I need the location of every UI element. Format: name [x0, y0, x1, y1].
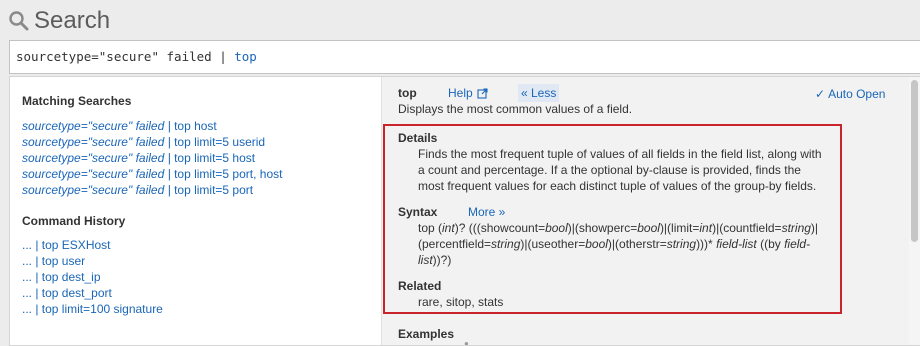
- syntax-line: top (int)? (((showcount=bool)|(showperc=…: [418, 221, 819, 235]
- matching-search-item[interactable]: sourcetype="secure" failed | top limit=5…: [22, 167, 282, 183]
- syntax-line: list))?): [418, 253, 452, 267]
- details-label: Details: [398, 131, 438, 145]
- command-name: top: [398, 86, 417, 100]
- suggestions-column: Matching Searches sourcetype="secure" fa…: [10, 77, 380, 345]
- command-history-heading: Command History: [22, 214, 126, 228]
- auto-open-toggle[interactable]: ✓ Auto Open: [815, 87, 885, 101]
- more-link[interactable]: More »: [468, 205, 505, 219]
- matching-search-item[interactable]: sourcetype="secure" failed | top limit=5…: [22, 183, 282, 199]
- details-text: Finds the most frequent tuple of values …: [418, 147, 822, 193]
- related-text: rare, sitop, stats: [418, 295, 504, 309]
- checkmark-icon: ✓: [815, 87, 826, 101]
- command-help-panel: top Help « Less Displays the most common…: [381, 77, 920, 345]
- syntax-label: Syntax: [398, 205, 438, 219]
- page-header: Search: [8, 6, 110, 36]
- external-link-icon: [477, 87, 488, 99]
- less-button[interactable]: « Less: [518, 84, 560, 102]
- command-history-list: ... | top ESXHost ... | top user ... | t…: [22, 238, 163, 318]
- history-item[interactable]: ... | top dest_ip: [22, 270, 163, 286]
- scrollbar[interactable]: [909, 77, 920, 345]
- help-link[interactable]: Help: [448, 86, 488, 100]
- history-item[interactable]: ... | top user: [22, 254, 163, 270]
- query-command: top: [234, 49, 257, 64]
- history-item[interactable]: ... | top dest_port: [22, 286, 163, 302]
- scrollbar-thumb[interactable]: [911, 80, 918, 242]
- matching-searches-heading: Matching Searches: [22, 94, 132, 108]
- matching-search-item[interactable]: sourcetype="secure" failed | top limit=5…: [22, 151, 282, 167]
- page-title: Search: [34, 7, 111, 34]
- search-query[interactable]: sourcetype="secure" failed | top: [16, 49, 257, 64]
- syntax-line: (percentfield=string)|(useother=bool)|(o…: [418, 237, 811, 251]
- matching-searches-list: sourcetype="secure" failed | top host so…: [22, 119, 282, 199]
- resize-handle[interactable]: ●: [464, 339, 469, 345]
- search-assistant-panel: Matching Searches sourcetype="secure" fa…: [9, 76, 920, 346]
- examples-label: Examples: [398, 327, 455, 341]
- related-label: Related: [398, 279, 442, 293]
- auto-open-label: Auto Open: [828, 87, 886, 101]
- matching-search-item[interactable]: sourcetype="secure" failed | top limit=5…: [22, 135, 282, 151]
- search-icon: [8, 10, 30, 32]
- matching-search-item[interactable]: sourcetype="secure" failed | top host: [22, 119, 282, 135]
- history-item[interactable]: ... | top limit=100 signature: [22, 302, 163, 318]
- command-description: Displays the most common values of a fie…: [398, 102, 633, 116]
- help-label: Help: [448, 86, 473, 100]
- syntax-text: top (int)? (((showcount=bool)|(showperc=…: [418, 220, 830, 268]
- query-prefix: sourcetype="secure" failed |: [16, 49, 235, 64]
- history-item[interactable]: ... | top ESXHost: [22, 238, 163, 254]
- search-input[interactable]: sourcetype="secure" failed | top: [9, 40, 920, 74]
